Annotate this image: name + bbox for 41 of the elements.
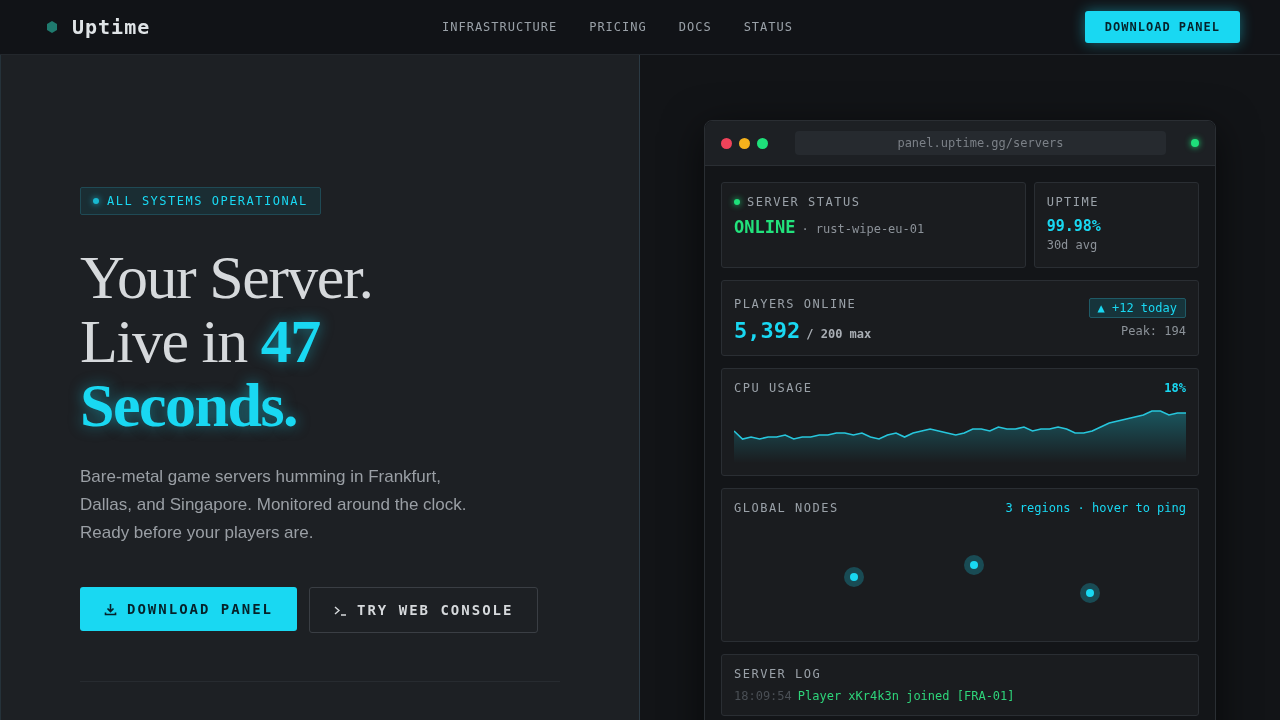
minimize-dot-icon[interactable] — [739, 137, 750, 149]
maximize-dot-icon[interactable] — [757, 137, 768, 149]
hero-heading: Your Server. Live in 47 Seconds. — [80, 245, 374, 437]
card-title: SERVER LOG — [734, 667, 823, 681]
player-count: 5,392 — [734, 318, 801, 343]
nodes-hint: 3 regions · hover to ping — [1005, 501, 1186, 515]
card-title: PLAYERS ONLINE — [734, 297, 857, 311]
hero-description: Bare-metal game servers humming in Frankfurt, Dallas, and Singapore. Monitored around the clock. Ready before your players are. — [80, 466, 468, 544]
web-console-button[interactable]: TRY WEB CONSOLE — [309, 587, 539, 633]
uptime-note: 30d avg — [1046, 238, 1098, 252]
download-icon — [104, 602, 117, 616]
url-bar[interactable]: panel.uptime.gg/servers — [795, 131, 1166, 155]
trend-badge: ▲ +12 today — [1088, 298, 1186, 318]
logo-icon — [46, 21, 58, 33]
nav-link[interactable]: PRICING — [589, 20, 647, 34]
nav-link[interactable]: DOCS — [678, 20, 712, 34]
node-dot[interactable] — [844, 567, 864, 587]
node-dot[interactable] — [964, 555, 984, 575]
status-dot-icon — [93, 198, 99, 204]
server-host: · rust-wipe-eu-01 — [801, 222, 925, 236]
peak-text: Peak: 194 — [1120, 324, 1186, 338]
download-button[interactable]: DOWNLOAD PANEL — [80, 587, 297, 631]
server-state: ONLINE — [734, 217, 796, 237]
nav-link[interactable]: STATUS — [743, 20, 793, 34]
card-title: SERVER STATUS — [747, 195, 861, 209]
card-title: CPU USAGE — [734, 381, 813, 395]
uptime-value: 99.98% — [1046, 217, 1101, 235]
badge-text: ALL SYSTEMS OPERATIONAL — [107, 194, 308, 208]
card-title: GLOBAL NODES — [734, 501, 839, 515]
player-max: / 200 max — [806, 327, 872, 341]
nav-link[interactable]: INFRASTRUCTURE — [442, 20, 558, 34]
status-dot-icon — [734, 199, 740, 205]
download-panel-button[interactable]: DOWNLOAD PANEL — [1084, 11, 1240, 43]
node-dot[interactable] — [1080, 583, 1100, 603]
brand-name: Uptime — [72, 15, 151, 39]
card-title: UPTIME — [1046, 195, 1101, 209]
cpu-value: 18% — [1164, 381, 1186, 395]
log-message: Player xKr4k3n joined [FRA-01] — [797, 689, 1015, 703]
terminal-icon — [334, 604, 347, 616]
connection-dot-icon — [1191, 139, 1199, 147]
close-dot-icon[interactable] — [721, 137, 732, 149]
